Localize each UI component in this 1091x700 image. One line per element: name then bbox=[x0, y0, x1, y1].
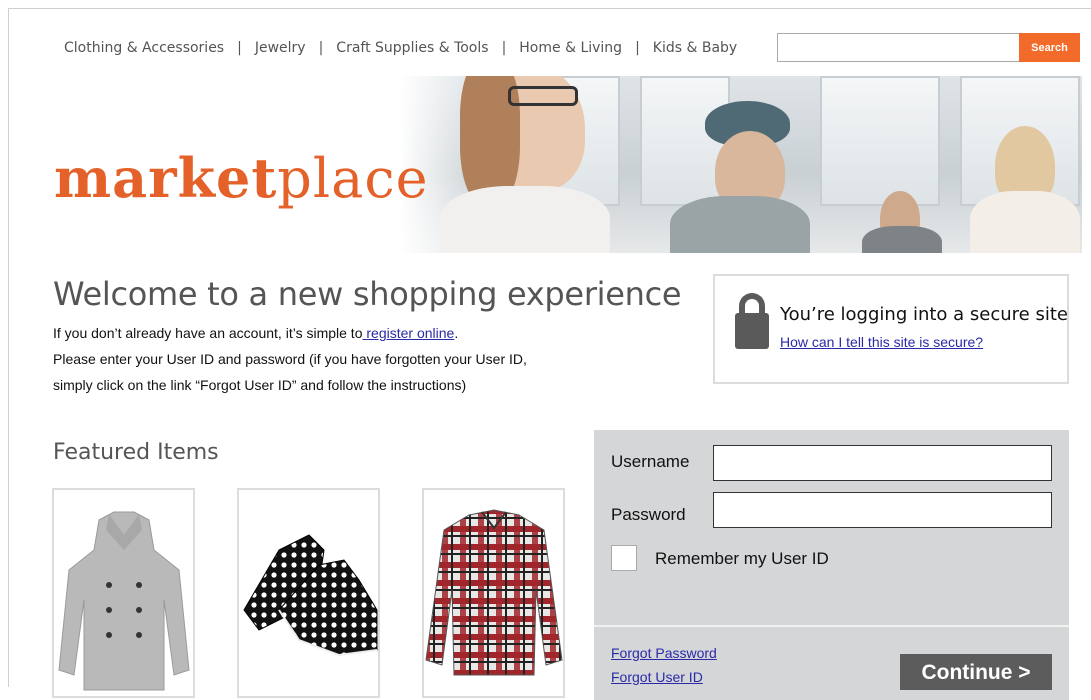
forgot-password-link[interactable]: Forgot Password bbox=[611, 645, 717, 661]
nav-separator: | bbox=[635, 40, 640, 56]
continue-button[interactable]: Continue > bbox=[900, 654, 1052, 690]
username-input[interactable] bbox=[713, 445, 1052, 481]
nav-separator: | bbox=[501, 40, 507, 56]
featured-item-card[interactable] bbox=[52, 488, 195, 698]
featured-item-card[interactable] bbox=[422, 488, 565, 698]
forgot-userid-link[interactable]: Forgot User ID bbox=[611, 669, 703, 685]
plaid-shirt-image bbox=[425, 509, 563, 676]
nav-jewelry[interactable]: Jewelry bbox=[255, 40, 306, 56]
nav-separator: | bbox=[237, 40, 242, 56]
category-nav: Clothing & Accessories | Jewelry | Craft Sup… bbox=[64, 40, 737, 56]
featured-item-card[interactable] bbox=[237, 488, 380, 698]
search-button[interactable]: Search bbox=[1019, 33, 1080, 62]
login-panel: Username Password Remember my User ID Fo… bbox=[594, 430, 1069, 700]
featured-items-heading: Featured Items bbox=[53, 440, 219, 465]
banner-people-photo bbox=[400, 76, 1082, 253]
secure-site-title: You’re logging into a secure site bbox=[780, 304, 1068, 325]
intro-text: If you don’t already have an account, it… bbox=[53, 325, 527, 393]
password-input[interactable] bbox=[713, 492, 1052, 528]
nav-separator: | bbox=[318, 40, 324, 56]
nav-kids-baby[interactable]: Kids & Baby bbox=[653, 40, 737, 56]
search-input[interactable] bbox=[777, 33, 1020, 62]
nav-home-living[interactable]: Home & Living bbox=[519, 40, 622, 56]
username-label: Username bbox=[611, 452, 690, 471]
welcome-heading: Welcome to a new shopping experience bbox=[53, 275, 682, 313]
remember-userid-label: Remember my User ID bbox=[655, 549, 829, 568]
remember-userid-checkbox[interactable] bbox=[611, 545, 637, 571]
polka-dot-shoes-image bbox=[243, 534, 378, 657]
hero-banner: marketplace bbox=[10, 76, 1082, 253]
gray-peacoat-image bbox=[58, 511, 190, 691]
secure-site-notice: You’re logging into a secure site How ca… bbox=[713, 274, 1069, 384]
lock-icon-body bbox=[735, 313, 769, 349]
nav-craft-supplies[interactable]: Craft Supplies & Tools bbox=[336, 40, 488, 56]
register-online-link[interactable]: register online bbox=[362, 325, 454, 341]
panel-divider bbox=[594, 625, 1069, 627]
site-security-help-link[interactable]: How can I tell this site is secure? bbox=[780, 334, 983, 350]
nav-clothing-accessories[interactable]: Clothing & Accessories bbox=[64, 40, 224, 56]
marketplace-logo: marketplace bbox=[54, 146, 429, 210]
password-label: Password bbox=[611, 505, 686, 524]
